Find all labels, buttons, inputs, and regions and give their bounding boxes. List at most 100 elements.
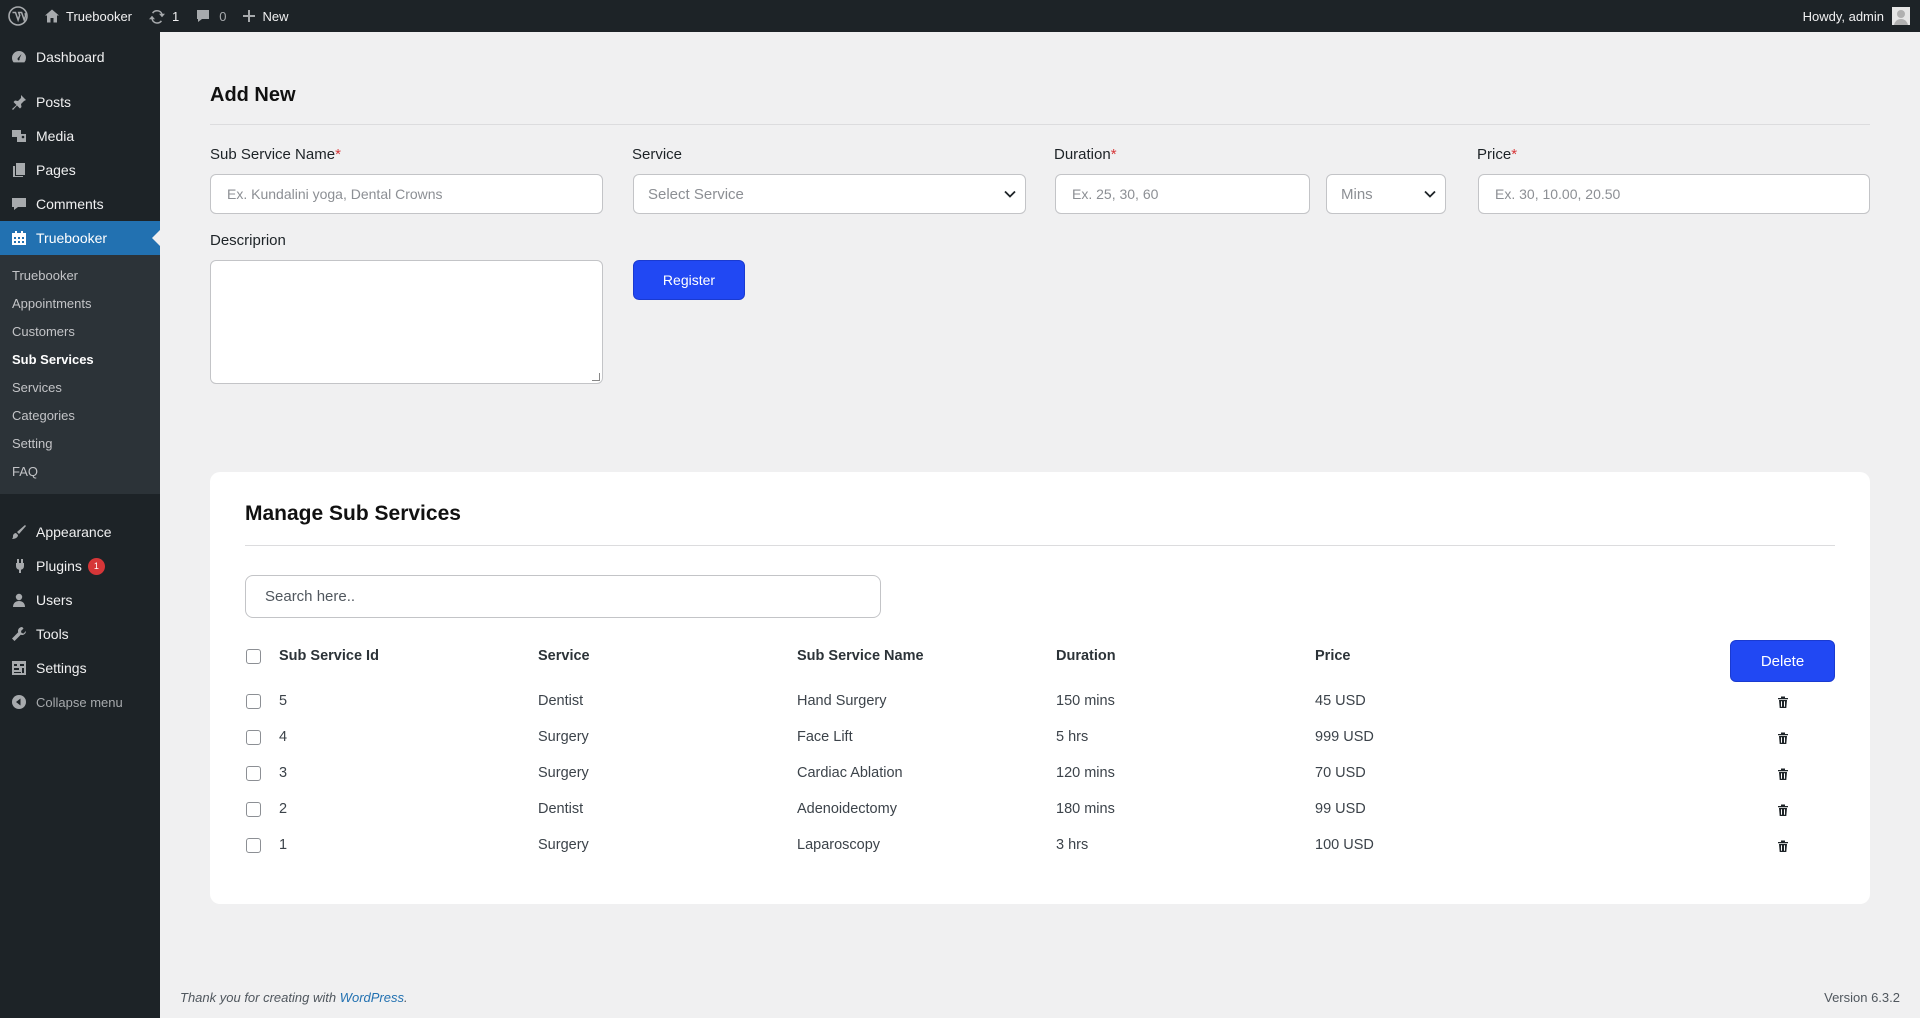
comment-icon xyxy=(10,195,28,213)
column-header-id: Sub Service Id xyxy=(279,648,379,664)
dashboard-icon xyxy=(10,48,28,66)
duration-unit-select[interactable]: Mins xyxy=(1326,174,1446,214)
menu-comments[interactable]: Comments xyxy=(0,187,160,221)
select-all-checkbox[interactable] xyxy=(246,649,261,664)
pages-icon xyxy=(10,161,28,179)
menu-plugins[interactable]: Plugins 1 xyxy=(0,549,160,583)
updates-link[interactable]: 1 xyxy=(140,0,187,32)
trash-icon[interactable] xyxy=(1776,803,1790,817)
cell-service: Surgery xyxy=(538,765,589,781)
submenu-services[interactable]: Services xyxy=(0,374,160,402)
menu-media[interactable]: Media xyxy=(0,119,160,153)
sub-service-name-label: Sub Service Name* xyxy=(210,146,341,163)
menu-pages[interactable]: Pages xyxy=(0,153,160,187)
selected-value: Select Service xyxy=(648,185,744,203)
row-checkbox[interactable] xyxy=(246,766,261,781)
brush-icon xyxy=(10,523,28,541)
truebooker-submenu: Truebooker Appointments Customers Sub Se… xyxy=(0,255,160,494)
menu-truebooker[interactable]: Truebooker xyxy=(0,221,160,255)
search-input[interactable]: Search here.. xyxy=(245,575,881,618)
cell-id: 4 xyxy=(279,729,288,745)
cell-name: Hand Surgery xyxy=(797,693,887,709)
comment-icon xyxy=(197,10,210,22)
row-checkbox[interactable] xyxy=(246,838,261,853)
description-textarea[interactable] xyxy=(210,260,603,384)
comments-count: 0 xyxy=(219,8,227,24)
menu-label: Appearance xyxy=(36,524,112,540)
submenu-faq[interactable]: FAQ xyxy=(0,458,160,486)
placeholder: Ex. Kundalini yoga, Dental Crowns xyxy=(227,186,443,202)
duration-input[interactable]: Ex. 25, 30, 60 xyxy=(1055,174,1310,214)
cell-service: Dentist xyxy=(538,693,584,709)
price-label: Price* xyxy=(1477,146,1517,163)
sub-service-name-input[interactable]: Ex. Kundalini yoga, Dental Crowns xyxy=(210,174,603,214)
cell-duration: 3 hrs xyxy=(1056,837,1089,853)
cell-duration: 180 mins xyxy=(1056,801,1115,817)
plugin-icon xyxy=(10,557,28,575)
menu-users[interactable]: Users xyxy=(0,583,160,617)
submenu-sub-services[interactable]: Sub Services xyxy=(0,346,160,374)
collapse-label: Collapse menu xyxy=(36,694,123,710)
new-content-link[interactable]: New xyxy=(234,0,296,32)
plugins-update-badge: 1 xyxy=(87,557,105,575)
menu-tools[interactable]: Tools xyxy=(0,617,160,651)
menu-dashboard[interactable]: Dashboard xyxy=(0,40,160,74)
admin-sidebar: Dashboard Posts Media Pages Comments Tru… xyxy=(0,32,160,1018)
cell-duration: 5 hrs xyxy=(1056,729,1089,745)
label-text: Sub Service Name xyxy=(210,146,336,163)
pin-icon xyxy=(10,93,28,111)
row-checkbox[interactable] xyxy=(246,802,261,817)
cell-name: Laparoscopy xyxy=(797,837,881,853)
updates-count: 1 xyxy=(172,8,180,24)
row-checkbox[interactable] xyxy=(246,730,261,745)
menu-label: Dashboard xyxy=(36,49,105,65)
trash-icon[interactable] xyxy=(1776,695,1790,709)
register-button[interactable]: Register xyxy=(633,260,745,300)
menu-appearance[interactable]: Appearance xyxy=(0,515,160,549)
footer-version: Version 6.3.2 xyxy=(1824,990,1900,1005)
submenu-appointments[interactable]: Appointments xyxy=(0,290,160,318)
submenu-categories[interactable]: Categories xyxy=(0,402,160,430)
wordpress-link[interactable]: WordPress xyxy=(340,990,404,1005)
cell-name: Adenoidectomy xyxy=(797,801,897,817)
cell-duration: 120 mins xyxy=(1056,765,1115,781)
site-name-link[interactable]: Truebooker xyxy=(36,0,140,32)
delete-button[interactable]: Delete xyxy=(1730,640,1835,682)
menu-posts[interactable]: Posts xyxy=(0,85,160,119)
my-account[interactable]: Howdy, admin xyxy=(1803,0,1910,32)
divider xyxy=(210,124,1870,125)
menu-label: Users xyxy=(36,592,73,608)
refresh-icon xyxy=(149,9,165,24)
submenu-customers[interactable]: Customers xyxy=(0,318,160,346)
menu-label: Comments xyxy=(36,196,104,212)
collapse-menu-button[interactable]: Collapse menu xyxy=(0,685,160,719)
new-label: New xyxy=(262,8,289,24)
trash-icon[interactable] xyxy=(1776,731,1790,745)
cell-service: Surgery xyxy=(538,837,589,853)
submenu-truebooker[interactable]: Truebooker xyxy=(0,262,160,290)
wordpress-logo-icon[interactable] xyxy=(0,0,36,32)
price-input[interactable]: Ex. 30, 10.00, 20.50 xyxy=(1478,174,1870,214)
service-select[interactable]: Select Service xyxy=(633,174,1026,214)
cell-id: 1 xyxy=(279,837,288,853)
howdy-text: Howdy, admin xyxy=(1802,8,1884,24)
cell-price: 70 USD xyxy=(1315,765,1366,781)
comments-link[interactable]: 0 xyxy=(187,0,234,32)
trash-icon[interactable] xyxy=(1776,839,1790,853)
row-checkbox[interactable] xyxy=(246,694,261,709)
menu-settings[interactable]: Settings xyxy=(0,651,160,685)
admin-bar: Truebooker 1 0 New Howdy, admin xyxy=(0,0,1920,32)
placeholder: Search here.. xyxy=(265,588,356,605)
menu-label: Plugins xyxy=(36,558,82,574)
site-name: Truebooker xyxy=(66,8,132,24)
cell-service: Surgery xyxy=(538,729,589,745)
user-icon xyxy=(10,591,28,609)
trash-icon[interactable] xyxy=(1776,767,1790,781)
label-text: Duration xyxy=(1054,146,1111,163)
cell-name: Cardiac Ablation xyxy=(797,765,903,781)
submenu-setting[interactable]: Setting xyxy=(0,430,160,458)
column-header-name: Sub Service Name xyxy=(797,648,924,664)
collapse-arrow-icon xyxy=(10,693,28,711)
column-header-duration: Duration xyxy=(1056,648,1116,664)
description-label: Descriprion xyxy=(210,232,286,249)
